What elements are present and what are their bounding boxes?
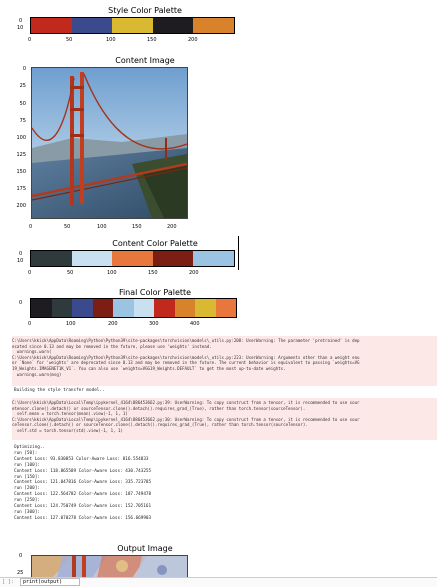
final-palette-swatch-1: [31, 299, 52, 317]
content-image-ytick: 75: [19, 118, 26, 124]
content-image-xtick: 150: [132, 224, 142, 230]
golden-gate-bridge-photo: [32, 68, 187, 218]
final-palette-swatch-9: [195, 299, 216, 317]
final-palette-ytick: 0: [19, 300, 23, 306]
content-palette-ytick: 0: [19, 251, 23, 257]
style-palette-swatch-4: [152, 18, 194, 33]
output-image-title: Output Image: [117, 544, 173, 553]
final-palette-xtick: 400: [190, 321, 200, 327]
output-image-ytick: 0: [19, 553, 23, 559]
style-palette-swatch-2: [71, 18, 113, 33]
final-palette-xtick: 200: [108, 321, 118, 327]
content-palette-xtick: 50: [67, 270, 74, 276]
content-image-ytick: 125: [16, 152, 26, 158]
content-palette-swatch-4: [152, 251, 194, 266]
content-image-xtick: 200: [167, 224, 177, 230]
status-building-model: Building the style transfer model..: [14, 388, 105, 393]
content-image-yticks: 0 25 50 75 100 125 150 175 200: [10, 66, 28, 226]
content-image-ytick: 175: [16, 186, 26, 192]
stylized-output-photo: [32, 556, 187, 578]
final-palette-swatch-4: [92, 299, 113, 317]
content-palette-title: Content Color Palette: [112, 239, 198, 248]
content-palette-swatch-1: [31, 251, 72, 266]
cell-prompt: [ ]:: [2, 579, 15, 585]
content-image-ytick: 25: [19, 83, 26, 89]
stderr-warning-block: C:\Users\kkick\AppData\Roaming\Python\Py…: [12, 336, 437, 386]
content-palette-xtick: 100: [107, 270, 117, 276]
style-palette-xtick: 200: [188, 37, 198, 43]
style-palette-xtick: 100: [106, 37, 116, 43]
style-palette-xtick: 150: [147, 37, 157, 43]
final-palette-swatch-10: [215, 299, 236, 317]
style-palette-xtick: 0: [28, 37, 32, 43]
log-line: Content Loss: 127.070278 Color-Aware Los…: [14, 515, 152, 521]
content-palette-ytick: 10: [17, 258, 24, 264]
warning-line: warnings.warn(msg): [12, 371, 62, 377]
content-palette-xtick: 150: [148, 270, 158, 276]
stderr-warning-block: C:\Users\kkick\AppData\Local\Temp\ipyker…: [12, 398, 437, 440]
output-image-ytick: 25: [17, 570, 24, 576]
style-palette-swatch-1: [31, 18, 72, 33]
content-palette-swatch-5: [193, 251, 234, 266]
final-palette-swatch-5: [113, 299, 134, 317]
training-log: Optimizing.. run [50]: Content Loss: 93.83…: [14, 445, 314, 522]
content-image-xtick: 100: [97, 224, 107, 230]
final-palette-swatch-2: [51, 299, 72, 317]
final-palette-xtick: 300: [149, 321, 159, 327]
content-palette-xtick: 0: [28, 270, 32, 276]
content-image-ytick: 0: [22, 66, 26, 72]
final-palette-swatch-6: [133, 299, 154, 317]
style-color-palette: [30, 17, 235, 34]
content-color-palette: [30, 250, 235, 267]
content-image-ytick: 150: [16, 169, 26, 175]
content-image-ytick: 200: [16, 203, 26, 209]
style-palette-ytick: 0: [19, 18, 23, 24]
final-palette-xtick: 100: [66, 321, 76, 327]
final-palette-swatch-8: [174, 299, 195, 317]
final-palette-xtick: 0: [28, 321, 32, 327]
style-palette-ytick: 10: [17, 25, 24, 31]
style-palette-swatch-3: [112, 18, 153, 33]
content-palette-swatch-2: [71, 251, 113, 266]
content-palette-xtick: 200: [189, 270, 199, 276]
content-image: [31, 67, 188, 219]
content-palette-swatch-3: [112, 251, 153, 266]
final-palette-swatch-3: [72, 299, 93, 317]
output-image: [31, 555, 188, 579]
style-palette-swatch-5: [193, 18, 234, 33]
content-image-title: Content Image: [115, 56, 175, 65]
final-palette-title: Final Color Palette: [118, 288, 192, 297]
content-image-xtick: 0: [29, 224, 33, 230]
final-palette-swatch-7: [154, 299, 175, 317]
warning-line: self.std = torch.tensor(std).view(-1, 1,…: [12, 427, 123, 433]
style-palette-title: Style Color Palette: [108, 6, 182, 15]
final-color-palette: [30, 298, 237, 318]
style-palette-xtick: 50: [66, 37, 73, 43]
content-image-ytick: 50: [19, 101, 26, 107]
content-image-ytick: 100: [16, 135, 26, 141]
output-scroll-divider: [238, 236, 239, 270]
content-image-xtick: 50: [64, 224, 71, 230]
cell-code-input[interactable]: print(output): [20, 578, 80, 586]
